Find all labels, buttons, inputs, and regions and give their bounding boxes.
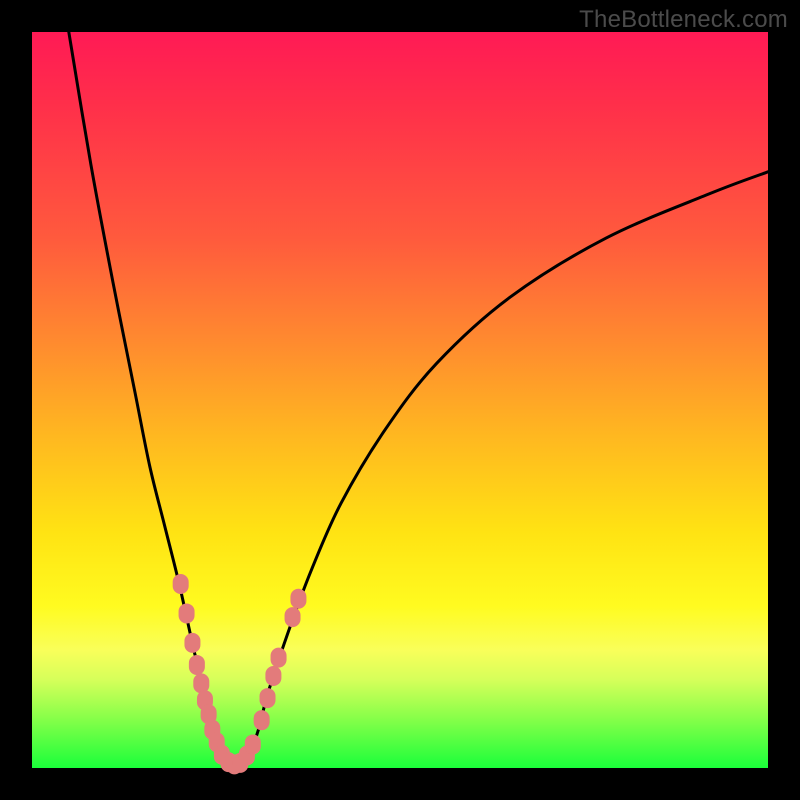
chart-frame: TheBottleneck.com xyxy=(0,0,800,800)
marker-dot xyxy=(184,633,200,653)
marker-dot xyxy=(189,655,205,675)
watermark-text: TheBottleneck.com xyxy=(579,6,788,34)
marker-dot xyxy=(245,734,261,754)
marker-dot xyxy=(260,688,276,708)
marker-dot xyxy=(290,589,306,609)
marker-dot xyxy=(265,666,281,686)
bottleneck-curve xyxy=(69,32,768,765)
marker-dot xyxy=(285,607,301,627)
marker-dot xyxy=(254,710,270,730)
marker-points xyxy=(173,574,307,774)
marker-dot xyxy=(271,648,287,668)
marker-dot xyxy=(193,673,209,693)
marker-dot xyxy=(173,574,189,594)
plot-area xyxy=(32,32,768,768)
marker-dot xyxy=(179,603,195,623)
curve-layer xyxy=(32,32,768,768)
